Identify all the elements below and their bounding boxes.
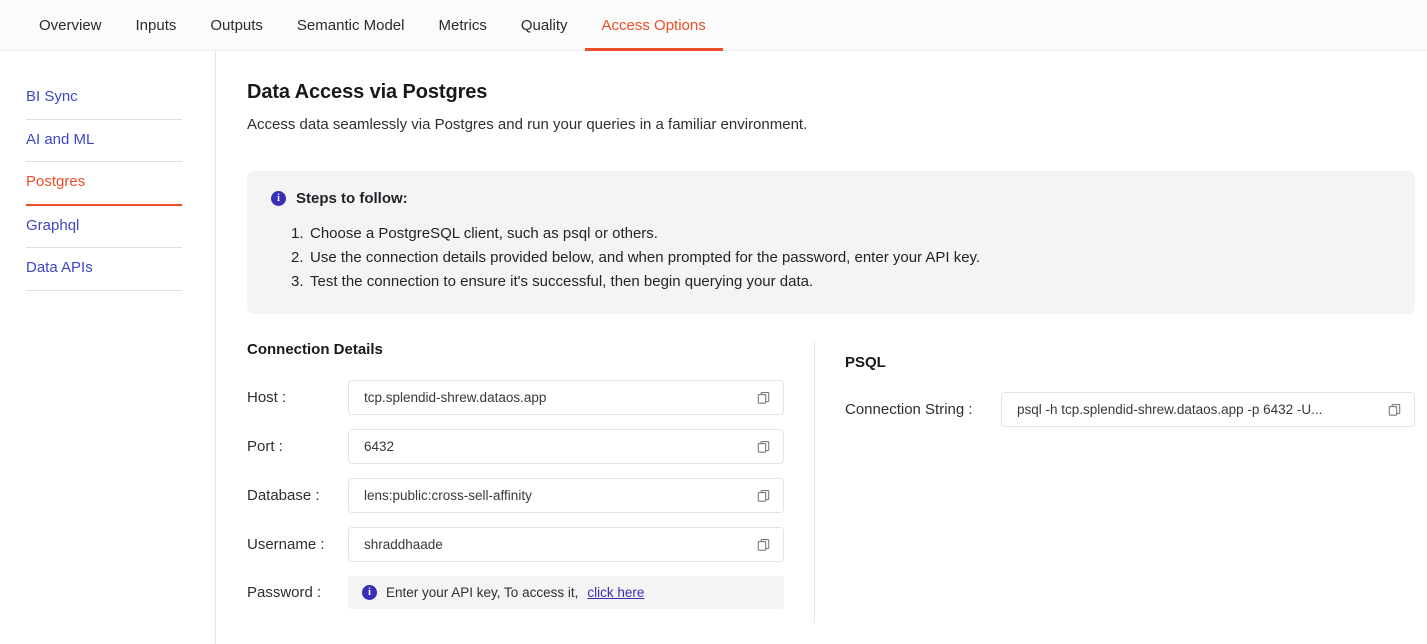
field-row-database: Database : lens:public:cross-sell-affini… — [247, 478, 784, 513]
host-value: tcp.splendid-shrew.dataos.app — [364, 390, 547, 405]
sidebar-item-postgres[interactable]: Postgres — [26, 162, 182, 206]
tab-label: Outputs — [210, 16, 263, 34]
copy-icon[interactable] — [756, 439, 772, 455]
sidebar-item-label: Data APIs — [26, 259, 93, 276]
tab-overview[interactable]: Overview — [22, 0, 119, 50]
port-value: 6432 — [364, 439, 395, 454]
connection-string-value: psql -h tcp.splendid-shrew.dataos.app -p… — [1017, 402, 1323, 417]
tab-semantic-model[interactable]: Semantic Model — [280, 0, 422, 50]
tab-label: Overview — [39, 16, 102, 34]
sidebar-item-label: Graphql — [26, 216, 80, 234]
username-field[interactable]: shraddhaade — [348, 527, 784, 562]
access-options-sidebar: BI Sync AI and ML Postgres Graphql Data … — [0, 51, 216, 644]
tab-outputs[interactable]: Outputs — [193, 0, 280, 50]
connection-string-label: Connection String : — [845, 401, 973, 418]
sidebar-item-graphql[interactable]: Graphql — [26, 206, 182, 248]
page-subtitle: Access data seamlessly via Postgres and … — [247, 116, 808, 133]
psql-panel: PSQL Connection String : psql -h tcp.spl… — [815, 341, 1415, 623]
field-row-port: Port : 6432 — [247, 429, 784, 464]
copy-icon[interactable] — [1387, 402, 1403, 418]
copy-icon[interactable] — [756, 390, 772, 406]
copy-icon[interactable] — [756, 537, 772, 553]
page-body: BI Sync AI and ML Postgres Graphql Data … — [0, 51, 1427, 644]
psql-title: PSQL — [845, 354, 886, 371]
steps-callout: i Steps to follow: Choose a PostgreSQL c… — [247, 171, 1415, 314]
tab-label: Semantic Model — [296, 16, 405, 34]
steps-list: Choose a PostgreSQL client, such as psql… — [271, 225, 1391, 290]
port-field[interactable]: 6432 — [348, 429, 784, 464]
tab-access-options[interactable]: Access Options — [584, 0, 723, 51]
connection-details-title: Connection Details — [247, 341, 383, 358]
connection-string-field[interactable]: psql -h tcp.splendid-shrew.dataos.app -p… — [1001, 392, 1415, 427]
database-value: lens:public:cross-sell-affinity — [364, 488, 532, 503]
connection-details-panel: Connection Details Host : tcp.splendid-s… — [247, 341, 815, 623]
sidebar-item-ai-and-ml[interactable]: AI and ML — [26, 120, 182, 162]
password-label: Password : — [247, 584, 322, 601]
tab-label: Inputs — [135, 16, 177, 34]
tab-quality[interactable]: Quality — [504, 0, 585, 50]
sidebar-item-data-apis[interactable]: Data APIs — [26, 248, 182, 291]
tab-label: Quality — [520, 16, 568, 34]
page-title: Data Access via Postgres — [247, 81, 488, 103]
sidebar-item-label: Postgres — [26, 173, 86, 190]
password-hint-box: i Enter your API key, To access it, clic… — [348, 576, 784, 609]
click-here-link[interactable]: click here — [587, 585, 644, 600]
port-label: Port : — [247, 438, 283, 455]
sidebar-item-bi-sync[interactable]: BI Sync — [26, 77, 182, 120]
tab-metrics[interactable]: Metrics — [421, 0, 503, 50]
step-item: Use the connection details provided belo… — [291, 249, 981, 266]
copy-icon[interactable] — [756, 488, 772, 504]
field-row-password: Password : i Enter your API key, To acce… — [247, 576, 784, 609]
info-icon: i — [362, 585, 377, 600]
username-label: Username : — [247, 536, 325, 553]
step-item: Test the connection to ensure it's succe… — [291, 273, 814, 290]
tab-label: Metrics — [438, 16, 487, 34]
username-value: shraddhaade — [364, 537, 443, 552]
steps-heading-row: i Steps to follow: — [271, 190, 1391, 207]
host-label: Host : — [247, 389, 287, 406]
field-row-host: Host : tcp.splendid-shrew.dataos.app — [247, 380, 784, 415]
info-icon: i — [271, 191, 286, 206]
sidebar-item-label: AI and ML — [26, 130, 95, 148]
field-row-username: Username : shraddhaade — [247, 527, 784, 562]
steps-heading-label: Steps to follow: — [296, 190, 408, 207]
host-field[interactable]: tcp.splendid-shrew.dataos.app — [348, 380, 784, 415]
primary-tab-bar: Overview Inputs Outputs Semantic Model M… — [0, 0, 1427, 51]
step-item: Choose a PostgreSQL client, such as psql… — [291, 225, 658, 242]
sidebar-item-label: BI Sync — [26, 88, 78, 105]
database-field[interactable]: lens:public:cross-sell-affinity — [348, 478, 784, 513]
database-label: Database : — [247, 487, 320, 504]
password-hint-text: Enter your API key, To access it, — [386, 585, 579, 600]
main-content: Data Access via Postgres Access data sea… — [216, 51, 1427, 644]
connection-area: Connection Details Host : tcp.splendid-s… — [247, 341, 1415, 623]
field-row-connection-string: Connection String : psql -h tcp.splendid… — [845, 392, 1415, 427]
tab-inputs[interactable]: Inputs — [119, 0, 194, 50]
tab-label: Access Options — [601, 16, 706, 34]
